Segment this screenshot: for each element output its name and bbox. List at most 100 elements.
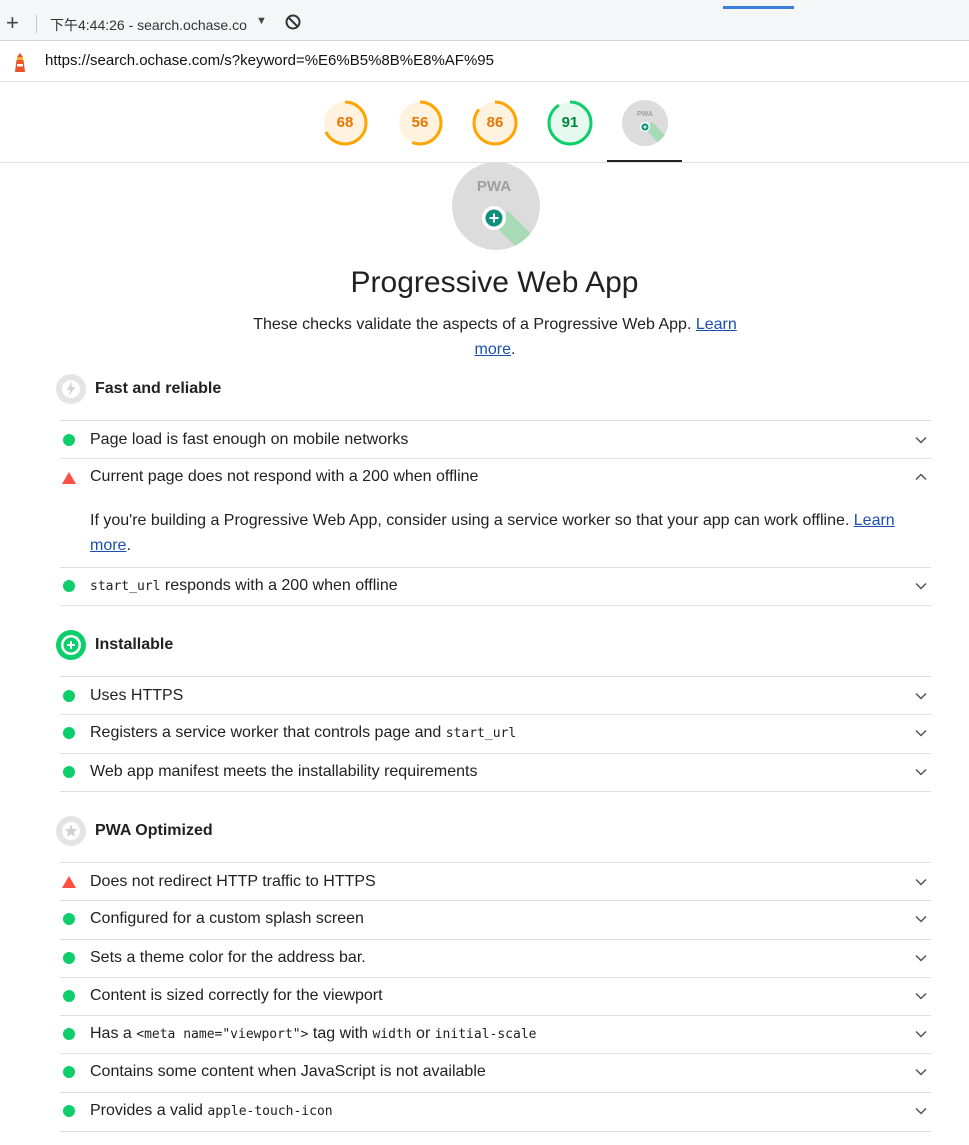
audit-title: Contains some content when JavaScript is… [90, 1063, 486, 1080]
gauge-score: 91 [561, 114, 579, 131]
chevron-up-icon[interactable] [915, 471, 927, 483]
code-text: width [372, 1027, 412, 1042]
learn-more-link-cont[interactable]: more [475, 341, 511, 358]
chevron-down-icon[interactable] [915, 434, 927, 446]
new-tab-button[interactable]: + [6, 12, 19, 34]
audit-title: Does not redirect HTTP traffic to HTTPS [90, 873, 376, 890]
audit-description-text: If you're building a Progressive Web App… [90, 512, 850, 529]
description-text: These checks validate the aspects of a P… [253, 316, 692, 333]
star-icon [56, 816, 86, 846]
chevron-down-icon[interactable] [915, 766, 927, 778]
group-title: Fast and reliable [95, 380, 222, 397]
pwa-small-badge-icon: PWA [622, 100, 668, 146]
audit-row[interactable]: Does not redirect HTTP traffic to HTTPS [60, 862, 931, 901]
audit-row[interactable]: Web app manifest meets the installabilit… [60, 754, 931, 792]
chevron-down-icon[interactable] [915, 1105, 927, 1117]
gauge-best-practices[interactable]: 86 [471, 99, 519, 147]
audit-row[interactable]: Registers a service worker that controls… [60, 715, 931, 754]
audit-row[interactable]: Configured for a custom splash screen [60, 901, 931, 940]
url-text[interactable]: https://search.ochase.com/s?keyword=%E6%… [45, 52, 494, 69]
stop-icon[interactable] [285, 14, 301, 30]
pass-icon [63, 952, 75, 964]
code-text: apple-touch-icon [207, 1104, 333, 1119]
audit-row[interactable]: Content is sized correctly for the viewp… [60, 978, 931, 1016]
chevron-down-icon[interactable] [915, 876, 927, 888]
active-tab-indicator [723, 6, 794, 9]
pass-icon [63, 913, 75, 925]
audit-title: Page load is fast enough on mobile netwo… [90, 431, 409, 448]
pass-icon [63, 990, 75, 1002]
plus-circle-icon [56, 630, 86, 660]
pass-icon [63, 690, 75, 702]
tab-separator [36, 15, 37, 33]
tab-strip: + 下午4:44:26 - search.ochase.co ▼ [0, 0, 969, 40]
audit-row[interactable]: Uses HTTPS [60, 676, 931, 715]
gauge-performance[interactable]: 68 [321, 99, 369, 147]
chevron-down-icon[interactable] [915, 727, 927, 739]
audit-row[interactable]: start_url responds with a 200 when offli… [60, 568, 931, 606]
audit-title-text: or [411, 1025, 435, 1042]
group-title: PWA Optimized [95, 822, 213, 839]
learn-more-link[interactable]: Learn [854, 512, 895, 529]
pass-icon [63, 1105, 75, 1117]
lighthouse-icon [15, 53, 25, 72]
category-description: These checks validate the aspects of a P… [253, 316, 737, 358]
gauge-score: 68 [336, 114, 354, 131]
audit-title: Registers a service worker that controls… [90, 724, 516, 742]
pass-icon [63, 1066, 75, 1078]
badge-label: PWA [477, 178, 511, 195]
bolt-icon [56, 374, 86, 404]
chevron-down-icon[interactable] [915, 1028, 927, 1040]
chevron-down-icon[interactable] [915, 990, 927, 1002]
audit-title-text: Provides a valid [90, 1102, 208, 1119]
audit-title: Web app manifest meets the installabilit… [90, 763, 478, 780]
fail-icon [62, 472, 76, 484]
chevron-down-icon[interactable] [915, 580, 927, 592]
audit-title-text: tag with [308, 1025, 373, 1042]
pass-icon [63, 434, 75, 446]
audit-row[interactable]: Has a <meta name="viewport"> tag with wi… [60, 1016, 931, 1054]
audit-row[interactable]: Sets a theme color for the address bar. [60, 940, 931, 978]
chevron-down-icon[interactable] [915, 690, 927, 702]
group-title: Installable [95, 636, 174, 653]
audit-row[interactable]: Provides a valid apple-touch-icon [60, 1093, 931, 1132]
gauge-score: 56 [411, 114, 429, 131]
audit-title: start_url responds with a 200 when offli… [90, 577, 398, 595]
audit-title: Configured for a custom splash screen [90, 910, 364, 927]
pwa-badge-icon: PWA [452, 162, 540, 250]
gauge-pwa[interactable]: PWA [621, 99, 669, 147]
audit-title-text: Has a [90, 1025, 137, 1042]
audit-title: Has a <meta name="viewport"> tag with wi… [90, 1025, 536, 1043]
selected-gauge-underline [607, 160, 682, 162]
audit-row[interactable]: Contains some content when JavaScript is… [60, 1054, 931, 1093]
tab-title[interactable]: 下午4:44:26 - search.ochase.co [50, 15, 250, 35]
learn-more-link-cont[interactable]: more [90, 537, 126, 554]
fail-icon [62, 876, 76, 888]
gauge-score: 86 [486, 114, 504, 131]
audit-title: Content is sized correctly for the viewp… [90, 987, 383, 1004]
tab-dropdown-icon[interactable]: ▼ [256, 15, 267, 27]
chevron-down-icon[interactable] [915, 913, 927, 925]
gauge-accessibility[interactable]: 56 [396, 99, 444, 147]
pass-icon [63, 727, 75, 739]
code-text: start_url [90, 579, 161, 594]
pass-icon [63, 766, 75, 778]
audit-title-text: Registers a service worker that controls… [90, 724, 446, 741]
audit-title: Current page does not respond with a 200… [90, 468, 479, 485]
learn-more-link[interactable]: Learn [696, 316, 737, 333]
chevron-down-icon[interactable] [915, 952, 927, 964]
audit-title: Uses HTTPS [90, 687, 184, 704]
audit-description: If you're building a Progressive Web App… [90, 512, 895, 554]
audit-row[interactable]: Page load is fast enough on mobile netwo… [60, 420, 931, 459]
page-title: Progressive Web App [350, 266, 639, 299]
gauge-seo[interactable]: 91 [546, 99, 594, 147]
code-text: start_url [445, 726, 517, 741]
pass-icon [63, 580, 75, 592]
audit-title: Sets a theme color for the address bar. [90, 949, 366, 966]
audit-title-text: responds with a 200 when offline [160, 577, 398, 594]
audit-title: Provides a valid apple-touch-icon [90, 1102, 333, 1120]
chevron-down-icon[interactable] [915, 1066, 927, 1078]
code-text: <meta name="viewport"> [136, 1027, 309, 1042]
address-bar[interactable]: https://search.ochase.com/s?keyword=%E6%… [0, 40, 969, 82]
svg-text:PWA: PWA [637, 111, 653, 118]
